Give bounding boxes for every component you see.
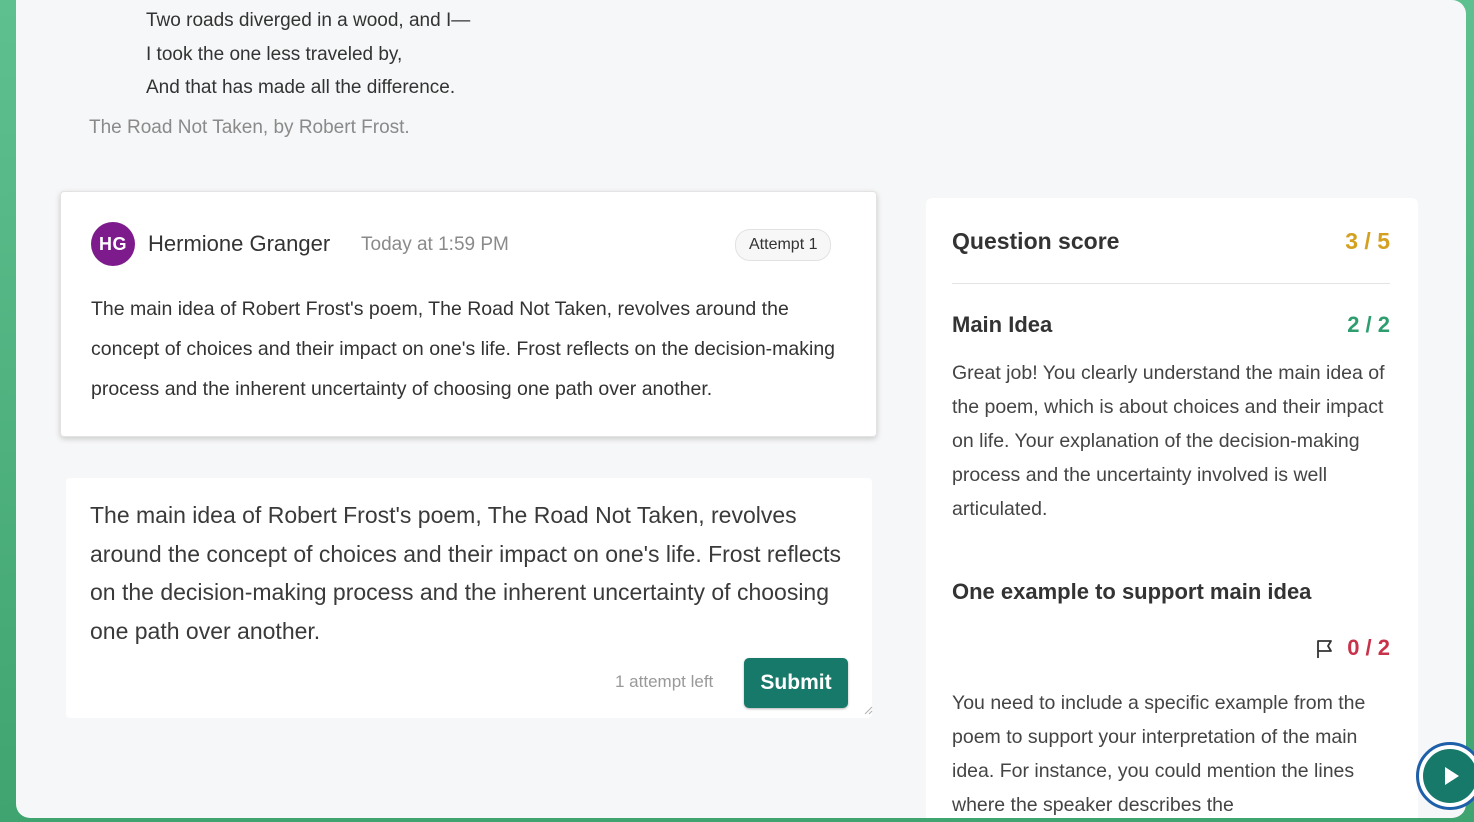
flag-icon[interactable] — [1314, 638, 1336, 660]
submit-button[interactable]: Submit — [744, 658, 848, 708]
resize-handle-icon[interactable] — [864, 706, 873, 715]
score-panel: Question score 3 / 5 Main Idea 2 / 2 Gre… — [926, 198, 1418, 818]
criterion-title: Main Idea — [952, 312, 1053, 337]
grading-window: Two roads diverged in a wood, and I— I t… — [16, 0, 1466, 818]
answer-input[interactable]: The main idea of Robert Frost's poem, Th… — [90, 496, 860, 650]
poem-source: The Road Not Taken, by Robert Frost. — [89, 117, 410, 138]
poem-line: Two roads diverged in a wood, and I— — [146, 10, 471, 31]
criterion-feedback: Great job! You clearly understand the ma… — [952, 362, 1385, 520]
criterion-score: 0 / 2 — [1347, 635, 1390, 660]
answer-editor[interactable]: The main idea of Robert Frost's poem, Th… — [66, 478, 873, 718]
criterion-feedback: You need to include a specific example f… — [952, 692, 1366, 816]
poem-line: I took the one less traveled by, — [146, 43, 403, 65]
avatar: HG — [91, 222, 135, 266]
divider — [952, 283, 1390, 284]
criterion-title: One example to support main idea — [952, 579, 1312, 604]
play-icon — [1423, 749, 1474, 803]
attempts-left-label: 1 attempt left — [615, 672, 714, 691]
submitted-answer: The main idea of Robert Frost's poem, Th… — [91, 298, 836, 400]
attempt-badge: Attempt 1 — [735, 229, 832, 261]
poem-line: And that has made all the difference. — [146, 77, 456, 98]
submission-timestamp: Today at 1:59 PM — [361, 234, 509, 255]
criterion-score: 2 / 2 — [1347, 312, 1390, 337]
question-score-value: 3 / 5 — [1345, 228, 1390, 254]
student-name: Hermione Granger — [148, 231, 331, 256]
poem-excerpt: Two roads diverged in a wood, and I— I t… — [146, 4, 470, 105]
submission-card: HG Hermione Granger Today at 1:59 PM Att… — [60, 191, 877, 437]
question-score-label: Question score — [952, 228, 1120, 254]
